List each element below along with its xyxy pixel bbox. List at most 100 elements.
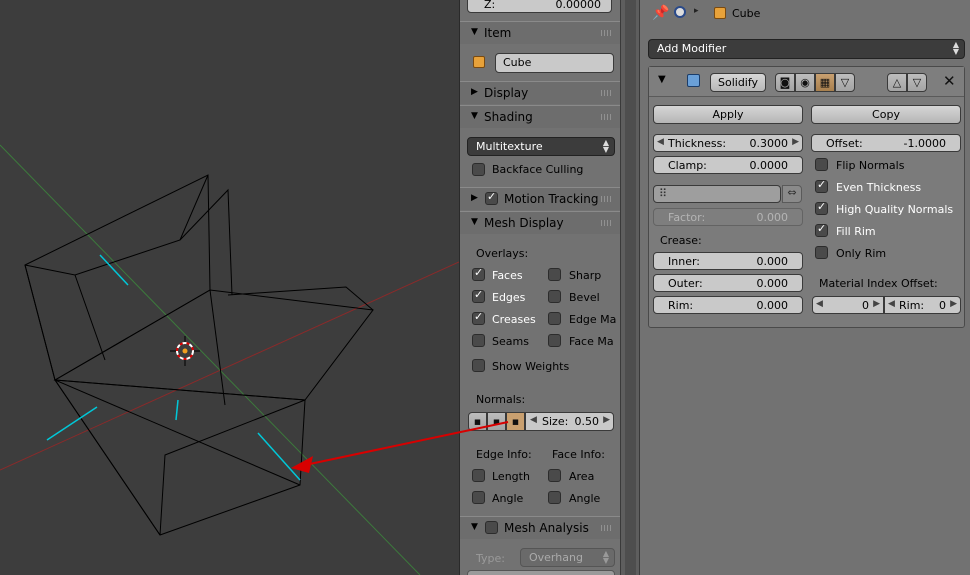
split-normals-icon[interactable]: ▪ bbox=[487, 412, 506, 431]
expand-triangle-icon: ▼ bbox=[471, 27, 478, 37]
increment-arrow-icon[interactable]: ▶ bbox=[950, 299, 957, 309]
only-rim-checkbox[interactable] bbox=[815, 246, 828, 259]
panel-header-mesh-analysis[interactable]: ▼ Mesh Analysis bbox=[460, 516, 620, 539]
panel-header-shading[interactable]: ▼ Shading bbox=[460, 105, 620, 128]
overlay-creases-checkbox[interactable] bbox=[472, 310, 485, 325]
mesh-analysis-checkbox[interactable] bbox=[485, 521, 498, 534]
vertex-cage-icon[interactable]: ▽ bbox=[835, 73, 855, 92]
increment-arrow-icon[interactable]: ▶ bbox=[873, 299, 880, 309]
drag-grip-icon[interactable] bbox=[601, 525, 613, 531]
factor-label: Factor: bbox=[668, 211, 706, 224]
show-weights-checkbox[interactable] bbox=[472, 359, 485, 372]
object-name-input[interactable]: Cube bbox=[495, 53, 614, 73]
overlay-edges-checkbox[interactable] bbox=[472, 288, 485, 303]
analysis-next-row bbox=[467, 570, 615, 575]
drag-grip-icon[interactable] bbox=[601, 90, 613, 96]
flip-normals-label: Flip Normals bbox=[836, 159, 905, 172]
increment-arrow-icon[interactable]: ▶ bbox=[792, 137, 799, 147]
edge-angle-checkbox[interactable] bbox=[472, 491, 485, 504]
pin-icon[interactable]: 📌 bbox=[652, 5, 669, 21]
move-up-icon[interactable]: △ bbox=[887, 73, 907, 92]
add-modifier-dropdown[interactable]: Add Modifier ▲ ▼ bbox=[648, 39, 965, 59]
face-angle-checkbox[interactable] bbox=[548, 491, 561, 504]
increment-arrow-icon[interactable]: ▶ bbox=[603, 415, 610, 425]
offset-field[interactable]: Offset: -1.0000 bbox=[811, 134, 961, 152]
vertex-normals-icon[interactable]: ▪ bbox=[468, 412, 487, 431]
edge-length-checkbox[interactable] bbox=[472, 469, 485, 482]
drag-grip-icon[interactable] bbox=[601, 196, 613, 202]
location-z-field[interactable]: Z: 0.00000 bbox=[467, 0, 612, 13]
chevron-right-icon: ▸ bbox=[694, 6, 699, 16]
only-rim-label: Only Rim bbox=[836, 247, 887, 260]
item-header-label: Item bbox=[484, 26, 512, 40]
3d-viewport[interactable] bbox=[0, 0, 459, 575]
scrollbar-track[interactable] bbox=[625, 0, 636, 575]
panel-header-mesh-display[interactable]: ▼ Mesh Display bbox=[460, 211, 620, 234]
normals-size-field[interactable]: ◀ Size: 0.50 ▶ bbox=[525, 412, 614, 431]
material-rim-field[interactable]: ◀ Rim: 0 ▶ bbox=[884, 296, 961, 314]
close-x-icon[interactable]: ✕ bbox=[943, 72, 956, 90]
cube-object-icon bbox=[714, 7, 726, 19]
editmode-icon[interactable]: ▦ bbox=[815, 73, 835, 92]
modifier-name-input[interactable]: Solidify bbox=[710, 73, 766, 92]
high-quality-normals-checkbox[interactable] bbox=[815, 200, 828, 215]
overlay-bevel-checkbox[interactable] bbox=[548, 290, 561, 303]
fill-rim-label: Fill Rim bbox=[836, 225, 876, 238]
modifier-header: ▼ Solidify ◙ ◉ ▦ ▽ △ ▽ ✕ bbox=[649, 67, 964, 97]
invert-arrows-icon[interactable]: ⇔ bbox=[782, 185, 802, 203]
decrement-arrow-icon[interactable]: ◀ bbox=[530, 415, 537, 425]
apply-button[interactable]: Apply bbox=[653, 105, 803, 124]
collapse-triangle-icon[interactable]: ▼ bbox=[658, 74, 666, 85]
overlay-seams-label: Seams bbox=[492, 335, 529, 348]
clamp-field[interactable]: Clamp: 0.0000 bbox=[653, 156, 803, 174]
overlay-face-marks-checkbox[interactable] bbox=[548, 334, 561, 347]
overlay-edge-marks-checkbox[interactable] bbox=[548, 312, 561, 325]
material-offset-value: 0 bbox=[862, 299, 869, 312]
face-area-checkbox[interactable] bbox=[548, 469, 561, 482]
shading-mode-dropdown[interactable]: Multitexture ▲ ▼ bbox=[467, 137, 615, 156]
analysis-type-value: Overhang bbox=[529, 551, 583, 564]
drag-grip-icon[interactable] bbox=[601, 114, 613, 120]
drag-grip-icon[interactable] bbox=[601, 30, 613, 36]
modifier-mesh-icon bbox=[687, 74, 700, 87]
material-offset-field[interactable]: ◀ 0 ▶ bbox=[812, 296, 884, 314]
vertex-group-field[interactable]: ⠿ bbox=[653, 185, 781, 203]
clamp-value: 0.0000 bbox=[749, 159, 789, 172]
factor-value: 0.000 bbox=[756, 211, 789, 224]
outer-value: 0.000 bbox=[756, 277, 789, 290]
flip-normals-checkbox[interactable] bbox=[815, 158, 828, 171]
thickness-field[interactable]: ◀ Thickness: 0.3000 ▶ bbox=[653, 134, 803, 152]
face-normals-icon[interactable]: ▪ bbox=[506, 412, 525, 431]
properties-n-panel: Z: 0.00000 ▼ Item Cube ▶ Display ▼ Shadi… bbox=[459, 0, 620, 575]
copy-button[interactable]: Copy bbox=[811, 105, 961, 124]
panel-header-display[interactable]: ▶ Display bbox=[460, 81, 620, 104]
overlay-faces-checkbox[interactable] bbox=[472, 266, 485, 281]
crease-inner-field[interactable]: Inner: 0.000 bbox=[653, 252, 803, 270]
overlay-seams-checkbox[interactable] bbox=[472, 334, 485, 347]
cube-wireframe bbox=[24, 174, 374, 536]
face-info-label: Face Info: bbox=[552, 448, 605, 461]
updown-arrows-icon: ▲ ▼ bbox=[602, 549, 609, 565]
decrement-arrow-icon[interactable]: ◀ bbox=[888, 299, 895, 309]
motion-tracking-checkbox[interactable] bbox=[485, 190, 498, 205]
even-thickness-label: Even Thickness bbox=[836, 181, 922, 194]
crease-rim-field[interactable]: Rim: 0.000 bbox=[653, 296, 803, 314]
overlay-sharp-checkbox[interactable] bbox=[548, 268, 561, 281]
decrement-arrow-icon[interactable]: ◀ bbox=[657, 137, 664, 147]
eye-visibility-icon[interactable]: ◉ bbox=[795, 73, 815, 92]
decrement-arrow-icon[interactable]: ◀ bbox=[816, 299, 823, 309]
clamp-label: Clamp: bbox=[668, 159, 707, 172]
3d-cursor-icon[interactable] bbox=[170, 336, 200, 366]
analysis-type-dropdown[interactable]: Overhang ▲ ▼ bbox=[520, 548, 615, 567]
crease-outer-field[interactable]: Outer: 0.000 bbox=[653, 274, 803, 292]
move-down-icon[interactable]: ▽ bbox=[907, 73, 927, 92]
drag-grip-icon[interactable] bbox=[601, 220, 613, 226]
backface-culling-checkbox[interactable] bbox=[472, 163, 485, 176]
camera-render-icon[interactable]: ◙ bbox=[775, 73, 795, 92]
fill-rim-checkbox[interactable] bbox=[815, 222, 828, 237]
even-thickness-checkbox[interactable] bbox=[815, 178, 828, 193]
panel-header-item[interactable]: ▼ Item bbox=[460, 21, 620, 44]
panel-header-motion-tracking[interactable]: ▶ Motion Tracking bbox=[460, 187, 620, 210]
region-divider[interactable] bbox=[620, 0, 640, 575]
offset-value: -1.0000 bbox=[903, 137, 946, 150]
